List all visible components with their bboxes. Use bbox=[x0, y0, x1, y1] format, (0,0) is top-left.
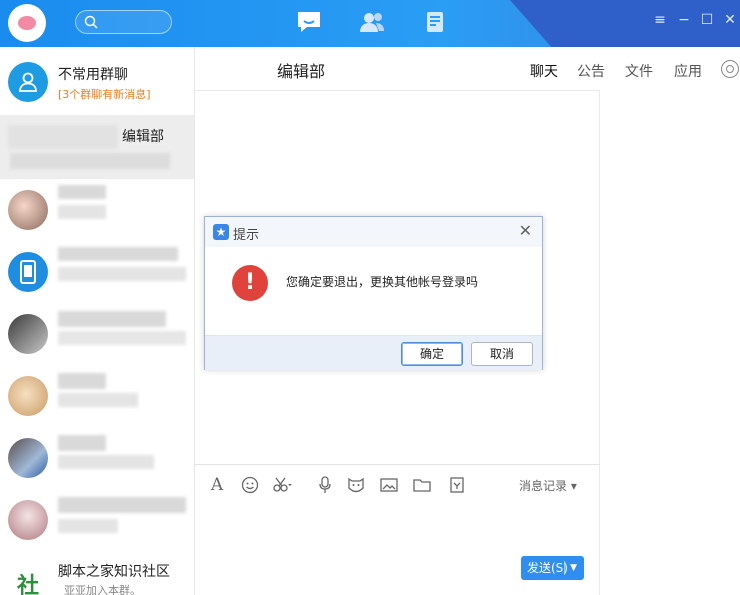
error-icon: ! bbox=[232, 265, 268, 301]
search-icon bbox=[84, 15, 98, 29]
blurred-content bbox=[58, 497, 186, 513]
image-icon[interactable] bbox=[379, 475, 399, 495]
microphone-icon[interactable] bbox=[315, 475, 335, 495]
send-label: 发送(S) bbox=[527, 561, 568, 575]
conversation-list: 不常用群聊 [3个群聊有新消息] 编辑部 社 脚本之家知识社区 亚亚加入本群。 bbox=[0, 47, 195, 595]
header-divider bbox=[195, 90, 599, 91]
minimize-icon[interactable]: − bbox=[676, 12, 692, 28]
phone-icon bbox=[8, 252, 48, 292]
list-item[interactable] bbox=[0, 179, 194, 241]
avatar bbox=[8, 314, 48, 354]
conversation-preview: 亚亚加入本群。 bbox=[64, 584, 141, 595]
blurred-content bbox=[58, 373, 106, 389]
my-avatar[interactable] bbox=[8, 4, 46, 42]
tab-files[interactable]: 文件 bbox=[625, 61, 653, 81]
dialog-message: 您确定要退出，更换其他帐号登录吗 bbox=[286, 275, 479, 289]
info-panel bbox=[599, 90, 740, 595]
emoji-icon[interactable] bbox=[240, 475, 260, 495]
blurred-content bbox=[8, 125, 118, 149]
search-input[interactable] bbox=[75, 10, 172, 34]
folder-icon[interactable] bbox=[412, 475, 432, 495]
blurred-content bbox=[58, 247, 178, 261]
chat-title: 编辑部 bbox=[277, 62, 326, 81]
blurred-content bbox=[58, 267, 186, 281]
close-icon[interactable]: ✕ bbox=[519, 223, 532, 239]
list-item[interactable]: 编辑部 bbox=[0, 115, 194, 179]
ok-button[interactable]: 确定 bbox=[401, 342, 463, 366]
scissors-icon[interactable] bbox=[273, 475, 293, 495]
blurred-content bbox=[58, 311, 166, 327]
font-icon[interactable]: A bbox=[207, 475, 227, 495]
blurred-content bbox=[58, 519, 118, 533]
tab-apps[interactable]: 应用 bbox=[674, 61, 702, 81]
chat-bubble-icon[interactable] bbox=[294, 8, 324, 36]
list-item[interactable] bbox=[0, 241, 194, 303]
list-item[interactable]: 社 脚本之家知识社区 亚亚加入本群。 bbox=[0, 555, 194, 595]
blurred-content bbox=[58, 435, 106, 451]
conversation-name: 脚本之家知识社区 bbox=[58, 564, 170, 580]
send-divider bbox=[564, 561, 565, 575]
list-item[interactable] bbox=[0, 303, 194, 365]
dialog-footer: 确定 取消 bbox=[205, 335, 542, 370]
menu-icon[interactable]: ≡ bbox=[652, 12, 668, 28]
list-item[interactable]: 不常用群聊 [3个群聊有新消息] bbox=[0, 51, 194, 113]
list-item[interactable] bbox=[0, 427, 194, 489]
sticker-icon[interactable] bbox=[346, 475, 366, 495]
blurred-content bbox=[58, 393, 138, 407]
avatar-image bbox=[18, 16, 36, 30]
chevron-down-icon[interactable]: ▼ bbox=[570, 556, 577, 580]
conversation-name: 编辑部 bbox=[122, 129, 164, 145]
contacts-icon[interactable] bbox=[357, 8, 387, 36]
dialog-header: ★ 提示 ✕ bbox=[205, 217, 542, 247]
maximize-icon[interactable]: ☐ bbox=[699, 12, 715, 28]
apps-icon[interactable] bbox=[420, 8, 450, 36]
settings-icon[interactable] bbox=[721, 60, 739, 78]
list-item[interactable] bbox=[0, 489, 194, 555]
avatar bbox=[8, 438, 48, 478]
blurred-content bbox=[10, 153, 170, 169]
blurred-content bbox=[58, 205, 106, 219]
blurred-content bbox=[58, 331, 186, 345]
history-label: 消息记录 bbox=[519, 479, 568, 493]
tab-announcement[interactable]: 公告 bbox=[577, 61, 605, 81]
community-logo: 社 bbox=[8, 566, 48, 595]
conversation-preview: [3个群聊有新消息] bbox=[58, 88, 151, 101]
dialog-title: 提示 bbox=[233, 228, 260, 243]
avatar bbox=[8, 376, 48, 416]
blurred-content bbox=[58, 185, 106, 199]
avatar bbox=[8, 190, 48, 230]
close-icon[interactable]: ✕ bbox=[722, 12, 738, 28]
avatar bbox=[8, 500, 48, 540]
input-toolbar: A 消息记录 ▾ bbox=[195, 464, 599, 504]
send-button[interactable]: 发送(S) ▼ bbox=[521, 556, 584, 580]
confirm-dialog: ★ 提示 ✕ ! 您确定要退出，更换其他帐号登录吗 确定 取消 bbox=[204, 216, 543, 370]
cancel-button[interactable]: 取消 bbox=[471, 342, 533, 366]
screenshot-history-icon[interactable] bbox=[447, 475, 467, 495]
tab-chat[interactable]: 聊天 bbox=[530, 61, 558, 81]
app-logo-icon: ★ bbox=[213, 224, 229, 240]
title-bar: ≡ − ☐ ✕ bbox=[0, 0, 740, 47]
blurred-content bbox=[58, 455, 154, 469]
group-icon bbox=[8, 62, 48, 102]
message-history-link[interactable]: 消息记录 ▾ bbox=[519, 477, 577, 494]
conversation-name: 不常用群聊 bbox=[58, 67, 128, 83]
list-item[interactable] bbox=[0, 365, 194, 427]
